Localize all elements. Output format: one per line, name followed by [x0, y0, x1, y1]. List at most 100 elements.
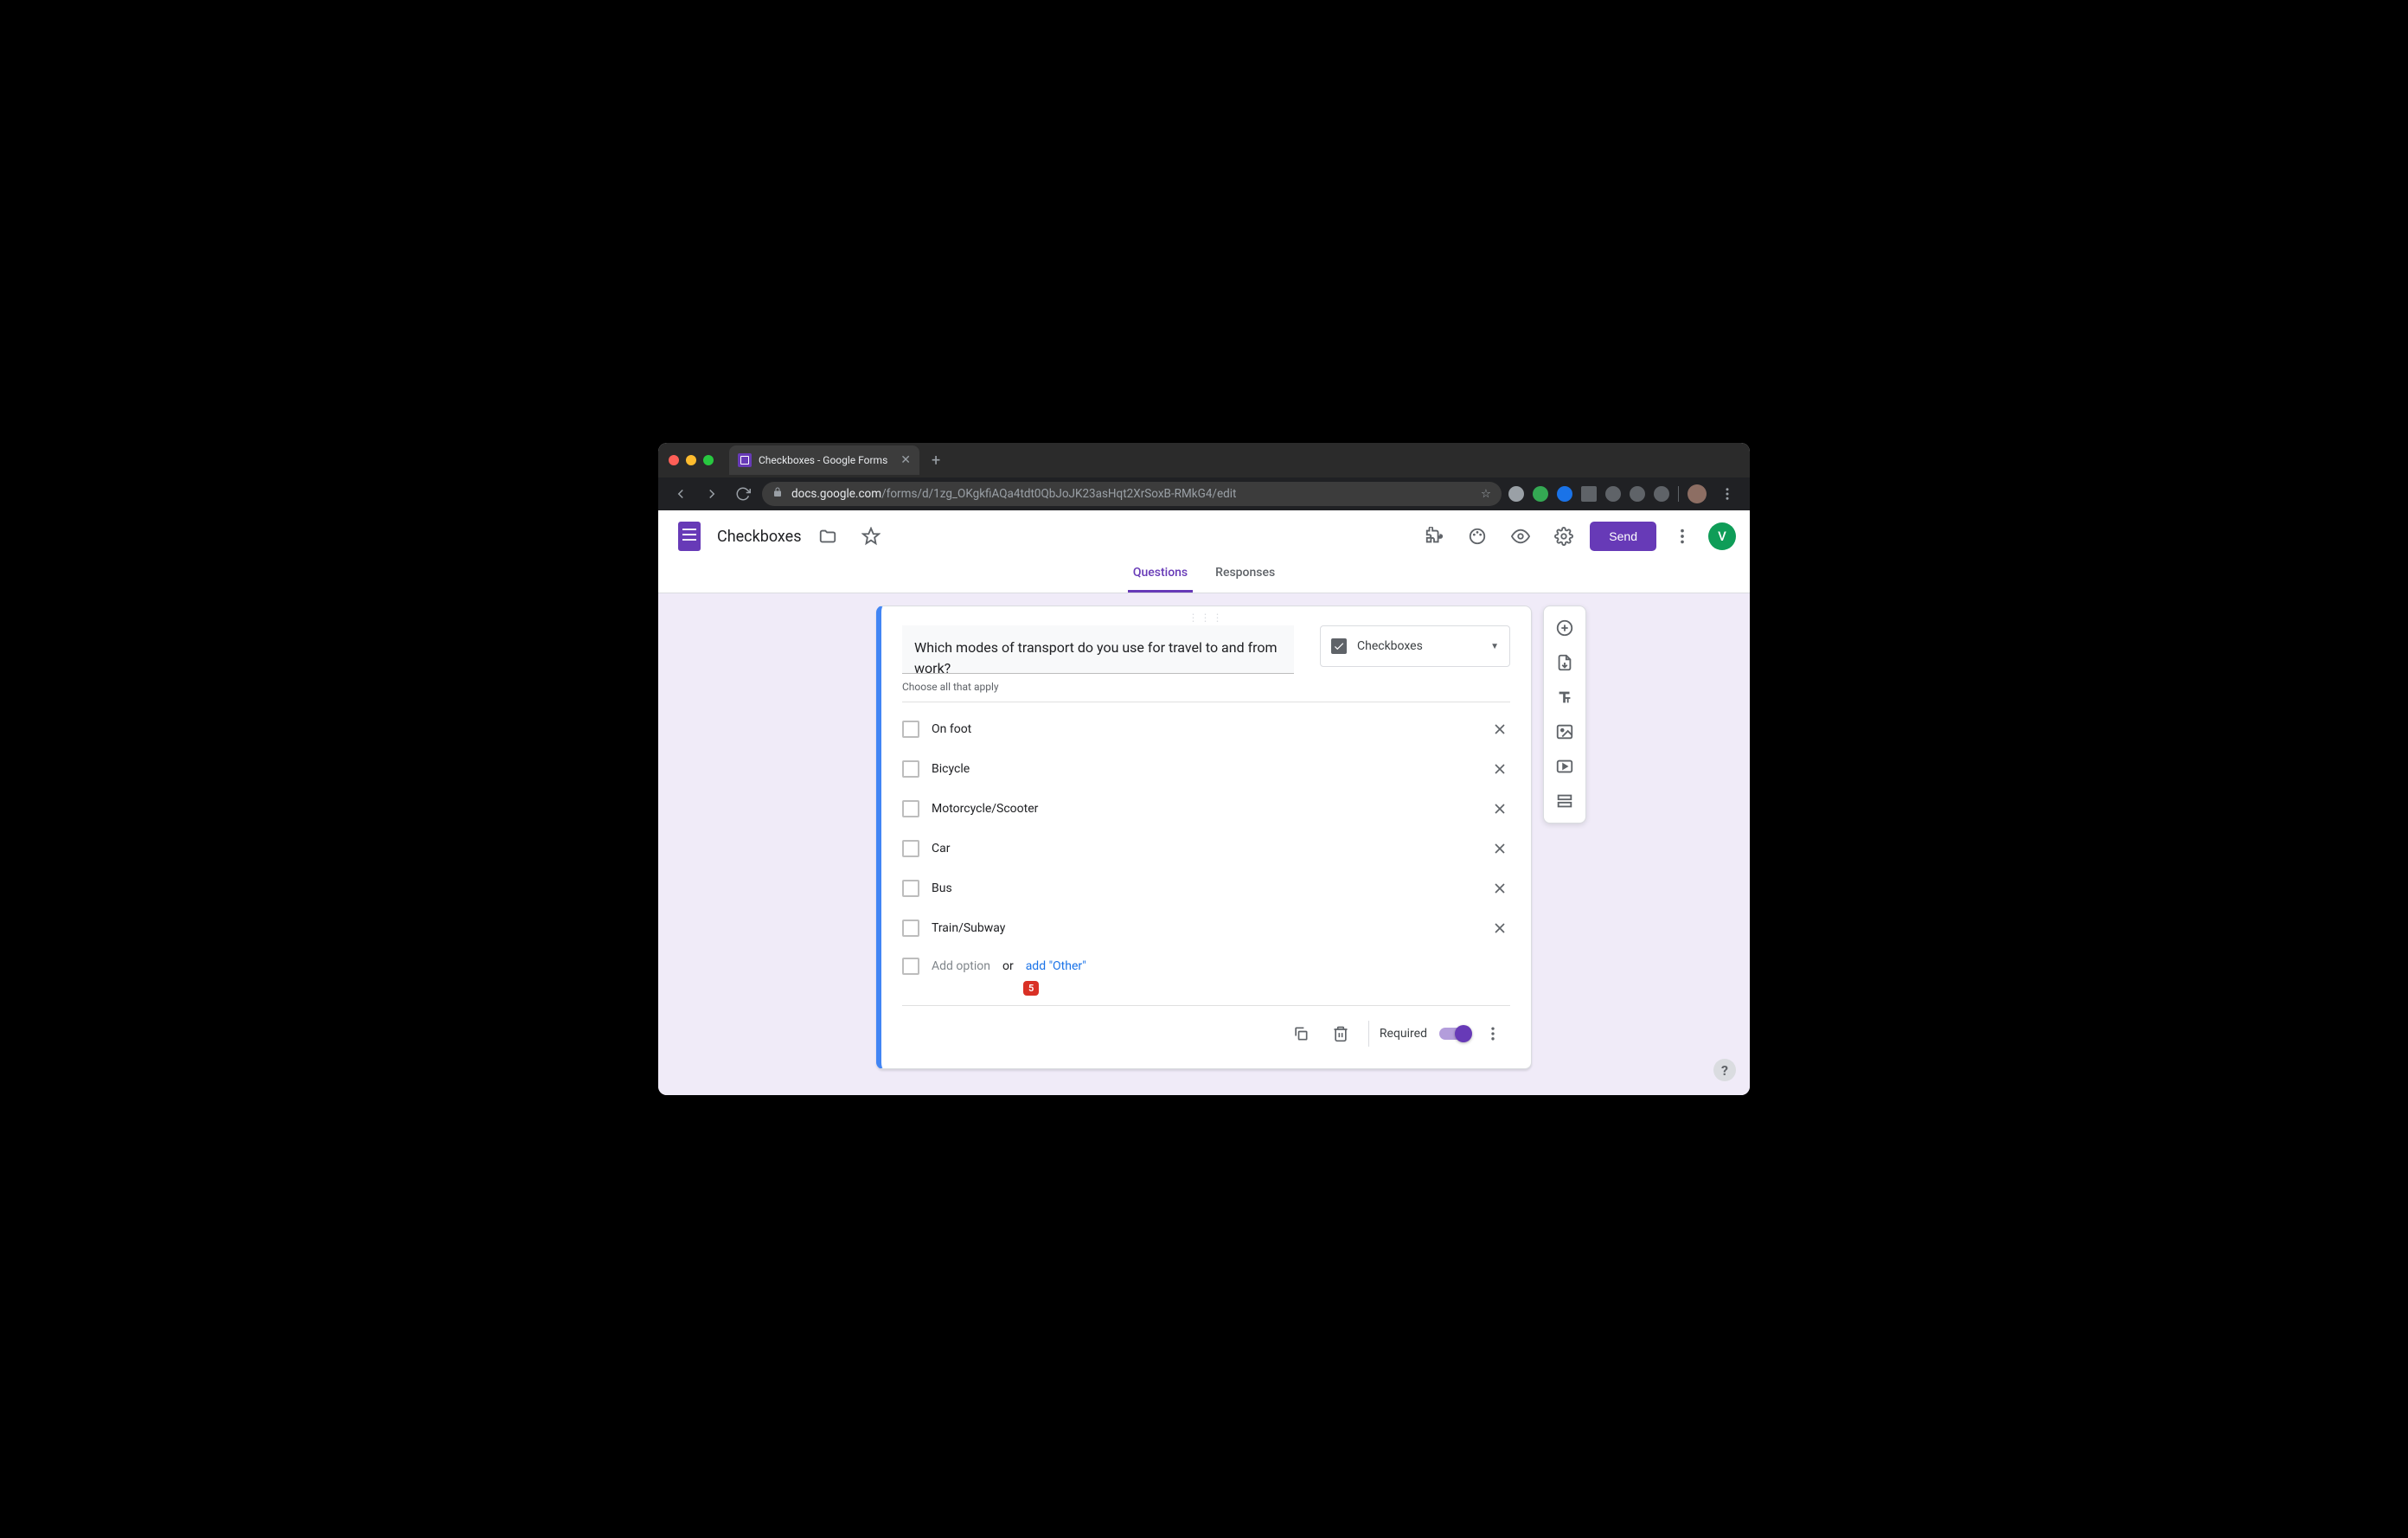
checkbox-type-icon	[1331, 638, 1347, 654]
option-label-input[interactable]: Bicycle	[932, 762, 1477, 776]
close-window-button[interactable]	[669, 455, 679, 465]
add-video-button[interactable]	[1546, 750, 1584, 783]
more-menu-button[interactable]	[1665, 519, 1700, 554]
option-row: Motorcycle/Scooter	[902, 789, 1510, 829]
extension-icon[interactable]	[1533, 486, 1548, 502]
chevron-down-icon: ▼	[1490, 642, 1499, 651]
extension-icon[interactable]	[1605, 486, 1621, 502]
remove-option-button[interactable]	[1489, 798, 1510, 819]
reload-button[interactable]	[731, 482, 755, 506]
extension-icon[interactable]	[1508, 486, 1524, 502]
window-controls	[669, 455, 714, 465]
tab-responses[interactable]: Responses	[1210, 554, 1280, 593]
option-label-input[interactable]: Car	[932, 842, 1477, 856]
tab-questions[interactable]: Questions	[1128, 554, 1193, 593]
option-label-input[interactable]: Motorcycle/Scooter	[932, 802, 1477, 816]
extension-icons	[1508, 482, 1739, 506]
remove-option-button[interactable]	[1489, 759, 1510, 779]
divider	[1678, 486, 1679, 502]
url-input[interactable]: docs.google.com/forms/d/1zg_OKgkfiAQa4td…	[762, 482, 1502, 506]
option-label-input[interactable]: On foot	[932, 722, 1477, 736]
or-text: or	[1002, 959, 1014, 973]
address-bar: docs.google.com/forms/d/1zg_OKgkfiAQa4td…	[658, 477, 1750, 510]
bookmark-star-icon[interactable]: ☆	[1481, 487, 1491, 501]
floating-toolbar	[1543, 606, 1586, 823]
question-card[interactable]: ⋮⋮⋮ Checkboxes ▼ Choose all that apply O…	[876, 606, 1532, 1069]
checkbox-icon	[902, 760, 919, 778]
add-title-button[interactable]	[1546, 681, 1584, 714]
option-label-input[interactable]: Train/Subway	[932, 921, 1477, 935]
remove-option-button[interactable]	[1489, 918, 1510, 939]
send-button[interactable]: Send	[1590, 522, 1656, 551]
forward-button[interactable]	[700, 482, 724, 506]
preview-button[interactable]	[1503, 519, 1538, 554]
tab-title: Checkboxes - Google Forms	[759, 454, 887, 466]
extension-icon[interactable]	[1581, 486, 1597, 502]
delete-button[interactable]	[1323, 1016, 1358, 1051]
new-tab-button[interactable]: +	[932, 452, 940, 470]
import-questions-button[interactable]	[1546, 646, 1584, 679]
add-option-placeholder[interactable]: Add option	[932, 959, 990, 973]
add-question-button[interactable]	[1546, 612, 1584, 644]
url-path: /forms/d/1zg_OKgkfiAQa4tdt0QbJoJK23asHqt…	[881, 487, 1236, 501]
addons-button[interactable]	[1417, 519, 1451, 554]
browser-tab[interactable]: Checkboxes - Google Forms ✕	[729, 445, 919, 475]
options-list: On foot Bicycle Motorcycle/Scooter	[881, 702, 1531, 984]
add-image-button[interactable]	[1546, 715, 1584, 748]
form-canvas: ⋮⋮⋮ Checkboxes ▼ Choose all that apply O…	[658, 593, 1750, 1095]
option-row: Train/Subway	[902, 908, 1510, 948]
question-text-input[interactable]	[902, 625, 1294, 674]
checkbox-icon	[902, 958, 919, 975]
help-button[interactable]: ?	[1713, 1059, 1736, 1081]
duplicate-button[interactable]	[1284, 1016, 1318, 1051]
add-section-button[interactable]	[1546, 785, 1584, 817]
back-button[interactable]	[669, 482, 693, 506]
checkbox-icon	[902, 880, 919, 897]
star-button[interactable]	[854, 519, 888, 554]
option-row: Car	[902, 829, 1510, 868]
close-tab-button[interactable]: ✕	[900, 453, 911, 467]
app-header: Checkboxes Send V	[658, 510, 1750, 554]
move-to-folder-button[interactable]	[810, 519, 845, 554]
checkbox-icon	[902, 800, 919, 817]
chrome-menu-button[interactable]	[1715, 482, 1739, 506]
remove-option-button[interactable]	[1489, 878, 1510, 899]
option-row: Bus	[902, 868, 1510, 908]
required-toggle[interactable]	[1439, 1028, 1470, 1040]
option-row: Bicycle	[902, 749, 1510, 789]
question-type-dropdown[interactable]: Checkboxes ▼	[1320, 625, 1510, 667]
form-tabs: Questions Responses	[658, 554, 1750, 593]
url-domain: docs.google.com	[791, 487, 881, 501]
question-description[interactable]: Choose all that apply	[881, 674, 1531, 702]
add-other-link[interactable]: add "Other"	[1026, 959, 1086, 973]
maximize-window-button[interactable]	[703, 455, 714, 465]
drag-dots-icon: ⋮⋮⋮	[1188, 612, 1225, 624]
question-more-menu-button[interactable]	[1476, 1016, 1510, 1051]
add-option-row: Add option or add "Other" 5	[902, 948, 1510, 984]
option-row: On foot	[902, 709, 1510, 749]
remove-option-button[interactable]	[1489, 719, 1510, 740]
required-label: Required	[1380, 1027, 1427, 1041]
theme-button[interactable]	[1460, 519, 1495, 554]
tab-favicon-icon	[738, 453, 752, 467]
form-title[interactable]: Checkboxes	[717, 528, 802, 546]
lock-icon	[772, 487, 783, 501]
drag-handle[interactable]: ⋮⋮⋮	[881, 606, 1531, 625]
checkbox-icon	[902, 721, 919, 738]
extension-icon[interactable]	[1557, 486, 1572, 502]
checkbox-icon	[902, 920, 919, 937]
browser-window: Checkboxes - Google Forms ✕ + docs.googl…	[658, 443, 1750, 1095]
option-label-input[interactable]: Bus	[932, 881, 1477, 895]
extension-icon[interactable]	[1630, 486, 1645, 502]
question-header: Checkboxes ▼	[881, 625, 1531, 674]
tab-bar: Checkboxes - Google Forms ✕ +	[658, 443, 1750, 477]
settings-button[interactable]	[1547, 519, 1581, 554]
google-forms-logo-icon[interactable]	[672, 519, 707, 554]
chrome-profile-avatar[interactable]	[1688, 484, 1707, 503]
account-avatar[interactable]: V	[1708, 522, 1736, 550]
remove-option-button[interactable]	[1489, 838, 1510, 859]
extension-icon[interactable]	[1654, 486, 1669, 502]
divider	[1368, 1021, 1369, 1047]
question-footer: Required	[902, 1005, 1510, 1065]
minimize-window-button[interactable]	[686, 455, 696, 465]
